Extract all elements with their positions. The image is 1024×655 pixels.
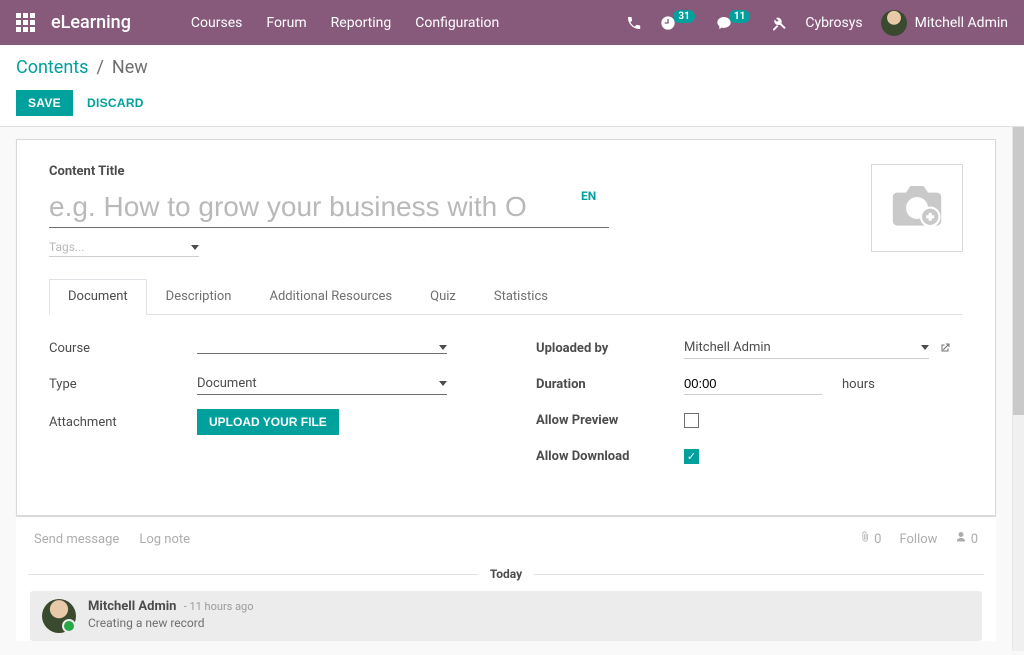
follower-count[interactable]: 0 xyxy=(955,531,978,547)
send-message-button[interactable]: Send message xyxy=(34,532,119,547)
chevron-down-icon xyxy=(191,245,199,250)
user-icon xyxy=(955,531,967,543)
course-label: Course xyxy=(49,341,197,356)
language-badge[interactable]: EN xyxy=(581,189,596,203)
attachment-count[interactable]: 0 xyxy=(859,531,882,547)
tab-document[interactable]: Document xyxy=(49,279,147,315)
message-body: Creating a new record xyxy=(88,616,254,630)
camera-plus-icon xyxy=(890,186,944,230)
chevron-down-icon xyxy=(439,381,447,386)
nav-right: 31 11 Cybrosys Mitchell Admin xyxy=(626,10,1008,36)
duration-label: Duration xyxy=(536,377,684,392)
allow-preview-checkbox[interactable] xyxy=(684,413,699,428)
type-label: Type xyxy=(49,377,197,392)
tabs: Document Description Additional Resource… xyxy=(49,279,963,315)
app-brand[interactable]: eLearning xyxy=(51,12,131,33)
chevron-down-icon xyxy=(921,345,929,350)
breadcrumb-separator: / xyxy=(96,57,103,78)
duration-unit: hours xyxy=(842,377,875,392)
uploaded-by-select[interactable]: Mitchell Admin xyxy=(684,337,929,359)
duration-input[interactable] xyxy=(684,373,822,395)
user-avatar xyxy=(881,10,907,36)
type-select[interactable]: Document xyxy=(197,373,447,395)
allow-download-checkbox[interactable] xyxy=(684,449,699,464)
attachment-label: Attachment xyxy=(49,415,197,430)
tags-placeholder: Tags... xyxy=(49,240,191,254)
activities-count: 31 xyxy=(673,10,694,23)
nav-courses[interactable]: Courses xyxy=(191,15,242,31)
breadcrumb-current: New xyxy=(112,57,148,78)
activities-button[interactable]: 31 xyxy=(660,15,697,31)
messages-button[interactable]: 11 xyxy=(716,15,753,31)
control-panel: Contents / New SAVE DISCARD xyxy=(0,45,1024,127)
nav-configuration[interactable]: Configuration xyxy=(415,15,499,31)
uploaded-by-label: Uploaded by xyxy=(536,341,684,356)
user-name: Mitchell Admin xyxy=(915,15,1008,31)
tab-additional-resources[interactable]: Additional Resources xyxy=(250,279,411,314)
message-avatar xyxy=(42,599,76,633)
nav-menu: Courses Forum Reporting Configuration xyxy=(191,15,499,31)
apps-icon[interactable] xyxy=(16,13,35,32)
nav-reporting[interactable]: Reporting xyxy=(331,15,392,31)
chevron-down-icon xyxy=(439,345,447,350)
image-upload[interactable] xyxy=(871,164,963,252)
tab-quiz[interactable]: Quiz xyxy=(411,279,475,314)
allow-download-label: Allow Download xyxy=(536,449,684,464)
paperclip-icon xyxy=(859,531,871,543)
tags-input[interactable]: Tags... xyxy=(49,238,199,257)
scrollbar[interactable] xyxy=(1012,127,1024,651)
message-timestamp: - 11 hours ago xyxy=(184,600,254,613)
nav-forum[interactable]: Forum xyxy=(266,15,306,31)
save-button[interactable]: SAVE xyxy=(16,90,73,116)
tab-statistics[interactable]: Statistics xyxy=(475,279,567,314)
follow-button[interactable]: Follow xyxy=(899,532,937,547)
breadcrumb: Contents / New xyxy=(16,57,1008,78)
form-view: Content Title EN Tags... Document Des xyxy=(0,127,1012,651)
content-title-label: Content Title xyxy=(49,164,851,179)
tools-icon[interactable] xyxy=(771,15,787,31)
messages-count: 11 xyxy=(729,10,750,23)
external-link-icon[interactable] xyxy=(939,342,951,354)
chatter: Send message Log note 0 Follow 0 Today M… xyxy=(16,516,996,641)
course-select[interactable] xyxy=(197,342,447,354)
main-navbar: eLearning Courses Forum Reporting Config… xyxy=(0,0,1024,45)
phone-icon[interactable] xyxy=(626,15,642,31)
company-name[interactable]: Cybrosys xyxy=(805,15,862,31)
allow-preview-label: Allow Preview xyxy=(536,413,684,428)
upload-file-button[interactable]: UPLOAD YOUR FILE xyxy=(197,409,339,435)
tab-content-document: Course Type Document Attachment UPLOAD Y… xyxy=(49,315,963,491)
user-menu[interactable]: Mitchell Admin xyxy=(881,10,1008,36)
date-separator: Today xyxy=(16,561,996,587)
log-note-button[interactable]: Log note xyxy=(139,532,190,547)
scrollbar-thumb[interactable] xyxy=(1013,127,1024,415)
tab-description[interactable]: Description xyxy=(147,279,251,314)
discard-button[interactable]: DISCARD xyxy=(87,96,144,110)
message-author: Mitchell Admin xyxy=(88,599,176,614)
content-title-input[interactable] xyxy=(49,187,609,228)
form-sheet: Content Title EN Tags... Document Des xyxy=(16,139,996,516)
breadcrumb-parent[interactable]: Contents xyxy=(16,57,88,78)
chatter-message: Mitchell Admin - 11 hours ago Creating a… xyxy=(30,591,982,641)
